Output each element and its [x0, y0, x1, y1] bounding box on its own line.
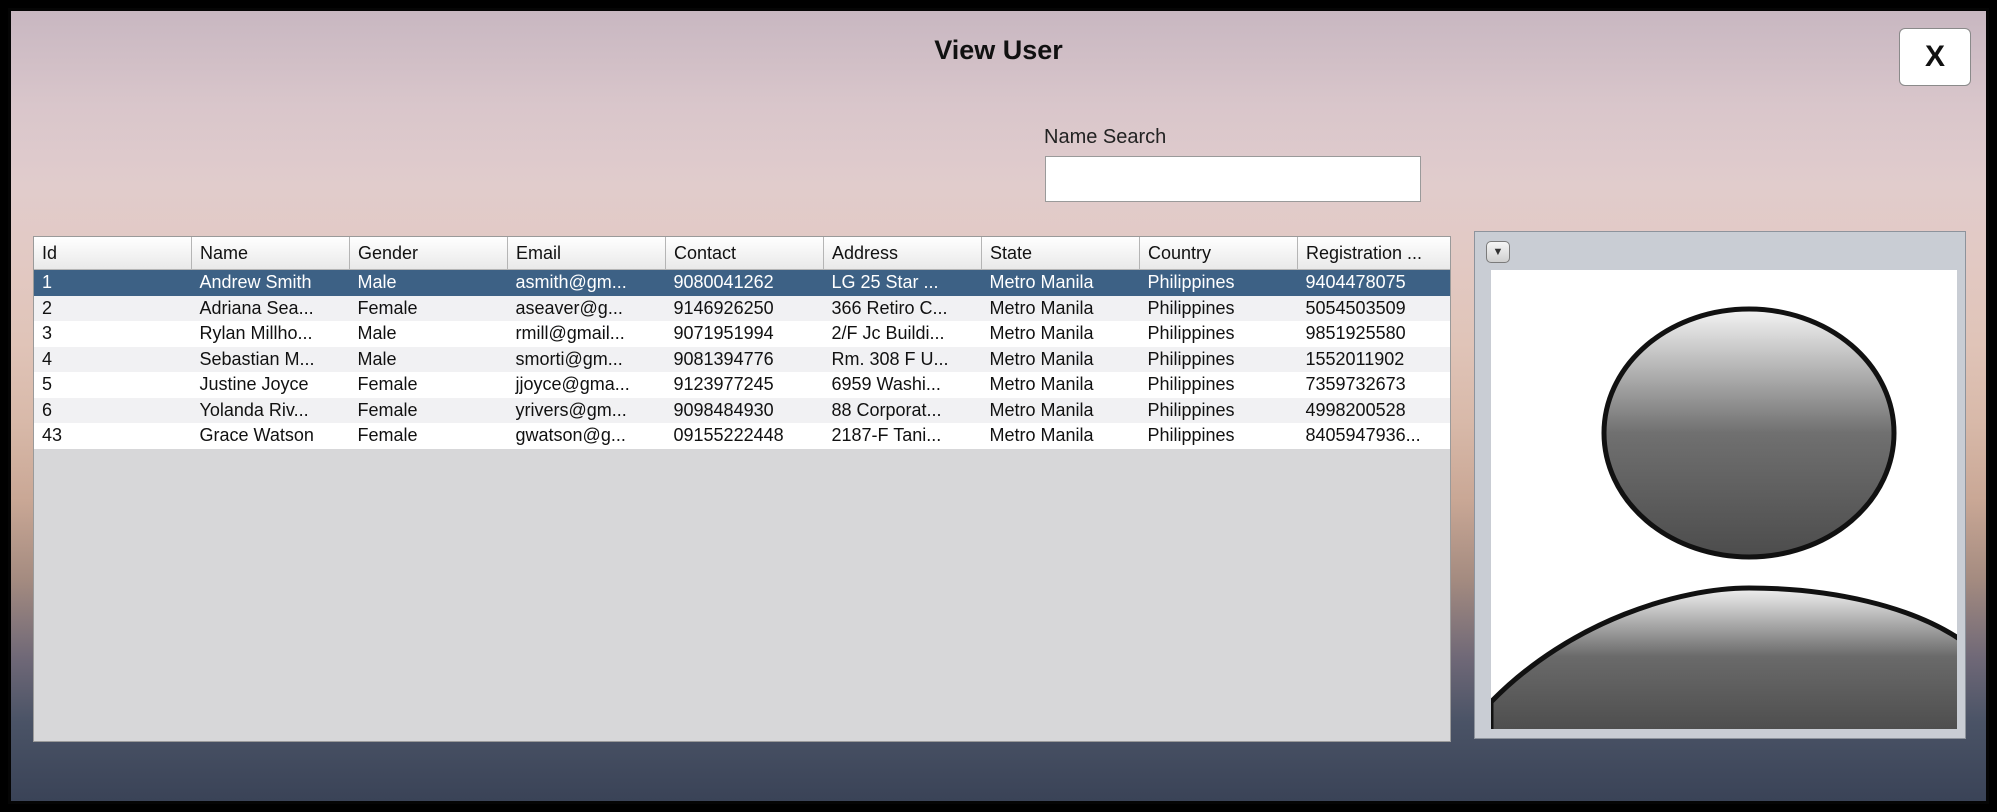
- table-body: 1 Andrew Smith Male asmith@gm... 9080041262 L…: [34, 269, 1450, 449]
- table-row[interactable]: 2 Adriana Sea... Female aseaver@g... 9146926…: [34, 295, 1450, 321]
- table-cell: 4: [42, 348, 53, 369]
- table-cell: Philippines: [1147, 272, 1235, 293]
- table-cell: 2: [42, 297, 53, 318]
- table-cell: 9071951994: [673, 323, 774, 344]
- view-user-window: View User X Name Search Id Name Gender Emai…: [8, 8, 1989, 804]
- table-cell: 7359732673: [1305, 374, 1406, 395]
- table-cell: 6959 Washi...: [831, 374, 941, 395]
- column-header[interactable]: Address: [823, 237, 982, 270]
- table-cell: 5: [42, 374, 53, 395]
- table-cell: 9123977245: [673, 374, 774, 395]
- table-row[interactable]: 3 Rylan Millho... Male rmill@gmail... 907195…: [34, 321, 1450, 347]
- table-cell: 9851925580: [1305, 323, 1406, 344]
- table-cell: jjoyce@gma...: [515, 374, 630, 395]
- column-header[interactable]: Country: [1139, 237, 1298, 270]
- table-cell: 9098484930: [673, 399, 774, 420]
- table-cell: 9146926250: [673, 297, 774, 318]
- table-cell: 8405947936...: [1305, 425, 1421, 446]
- close-button[interactable]: X: [1899, 28, 1971, 86]
- column-header[interactable]: Id: [34, 237, 192, 270]
- table-cell: 2187-F Tani...: [831, 425, 942, 446]
- table-cell: LG 25 Star ...: [831, 272, 939, 293]
- table-cell: Rylan Millho...: [199, 323, 313, 344]
- table-cell: 4998200528: [1305, 399, 1406, 420]
- column-header[interactable]: Contact: [665, 237, 824, 270]
- table-cell: 88 Corporat...: [831, 399, 942, 420]
- table-cell: smorti@gm...: [515, 348, 623, 369]
- column-header[interactable]: State: [981, 237, 1140, 270]
- table-cell: asmith@gm...: [515, 272, 627, 293]
- table-cell: Female: [357, 425, 418, 446]
- table-cell: Adriana Sea...: [199, 297, 314, 318]
- column-header[interactable]: Email: [507, 237, 666, 270]
- column-header[interactable]: Gender: [349, 237, 508, 270]
- table-row[interactable]: 1 Andrew Smith Male asmith@gm... 9080041262 L…: [34, 269, 1450, 296]
- table-cell: 9404478075: [1305, 272, 1406, 293]
- table-cell: Male: [357, 348, 397, 369]
- table-header-row: Id Name Gender Email Contact Address State Coun…: [34, 237, 1450, 270]
- table-cell: Grace Watson: [199, 425, 314, 446]
- table-cell: Metro Manila: [989, 297, 1094, 318]
- table-cell: Justine Joyce: [199, 374, 309, 395]
- table-cell: 9080041262: [673, 272, 774, 293]
- name-search-label: Name Search: [1044, 126, 1167, 148]
- table-cell: Philippines: [1147, 297, 1235, 318]
- column-header[interactable]: Registration ...: [1297, 237, 1450, 270]
- table-cell: 5054503509: [1305, 297, 1406, 318]
- table-cell: gwatson@g...: [515, 425, 626, 446]
- table-cell: Metro Manila: [989, 399, 1094, 420]
- table-cell: Metro Manila: [989, 348, 1094, 369]
- table-cell: Philippines: [1147, 348, 1235, 369]
- avatar-placeholder-icon: [1491, 306, 1957, 729]
- table-cell: 2/F Jc Buildi...: [831, 323, 945, 344]
- table-cell: Metro Manila: [989, 323, 1094, 344]
- table-cell: Philippines: [1147, 425, 1235, 446]
- table-cell: Philippines: [1147, 374, 1235, 395]
- user-image-view: [1491, 270, 1957, 729]
- table-row[interactable]: 5 Justine Joyce Female jjoyce@gma... 9123977…: [34, 372, 1450, 398]
- table-cell: 43: [42, 425, 63, 446]
- table-cell: 366 Retiro C...: [831, 297, 948, 318]
- table-cell: Yolanda Riv...: [199, 399, 309, 420]
- table-cell: Rm. 308 F U...: [831, 348, 949, 369]
- dropdown-arrow-icon[interactable]: ▼: [1486, 241, 1510, 263]
- table-cell: Sebastian M...: [199, 348, 315, 369]
- name-search-input[interactable]: [1045, 156, 1421, 202]
- table-cell: 9081394776: [673, 348, 774, 369]
- table-row[interactable]: 6 Yolanda Riv... Female yrivers@gm... 909848…: [34, 397, 1450, 423]
- table-cell: 09155222448: [673, 425, 784, 446]
- table-cell: Female: [357, 399, 418, 420]
- table-cell: Andrew Smith: [199, 272, 312, 293]
- table-cell: Philippines: [1147, 323, 1235, 344]
- table-cell: Metro Manila: [989, 374, 1094, 395]
- table-cell: Female: [357, 297, 418, 318]
- table-cell: aseaver@g...: [515, 297, 623, 318]
- table-cell: 6: [42, 399, 53, 420]
- table-row[interactable]: 43 Grace Watson Female gwatson@g... 09155222…: [34, 423, 1450, 449]
- column-header[interactable]: Name: [191, 237, 350, 270]
- user-image-panel: ▼: [1474, 231, 1966, 739]
- table-cell: 3: [42, 323, 53, 344]
- table-cell: yrivers@gm...: [515, 399, 627, 420]
- window-title: View User: [934, 35, 1063, 65]
- table-cell: 1: [42, 272, 53, 293]
- table-cell: Male: [357, 272, 397, 293]
- table-cell: Female: [357, 374, 418, 395]
- user-table[interactable]: Id Name Gender Email Contact Address State Coun…: [33, 236, 1451, 742]
- table-row[interactable]: 4 Sebastian M... Male smorti@gm... 908139477…: [34, 346, 1450, 372]
- table-cell: Metro Manila: [989, 272, 1094, 293]
- table-cell: 1552011902: [1305, 348, 1405, 369]
- table-cell: Male: [357, 323, 397, 344]
- table-cell: rmill@gmail...: [515, 323, 625, 344]
- table-cell: Philippines: [1147, 399, 1235, 420]
- table-cell: Metro Manila: [989, 425, 1094, 446]
